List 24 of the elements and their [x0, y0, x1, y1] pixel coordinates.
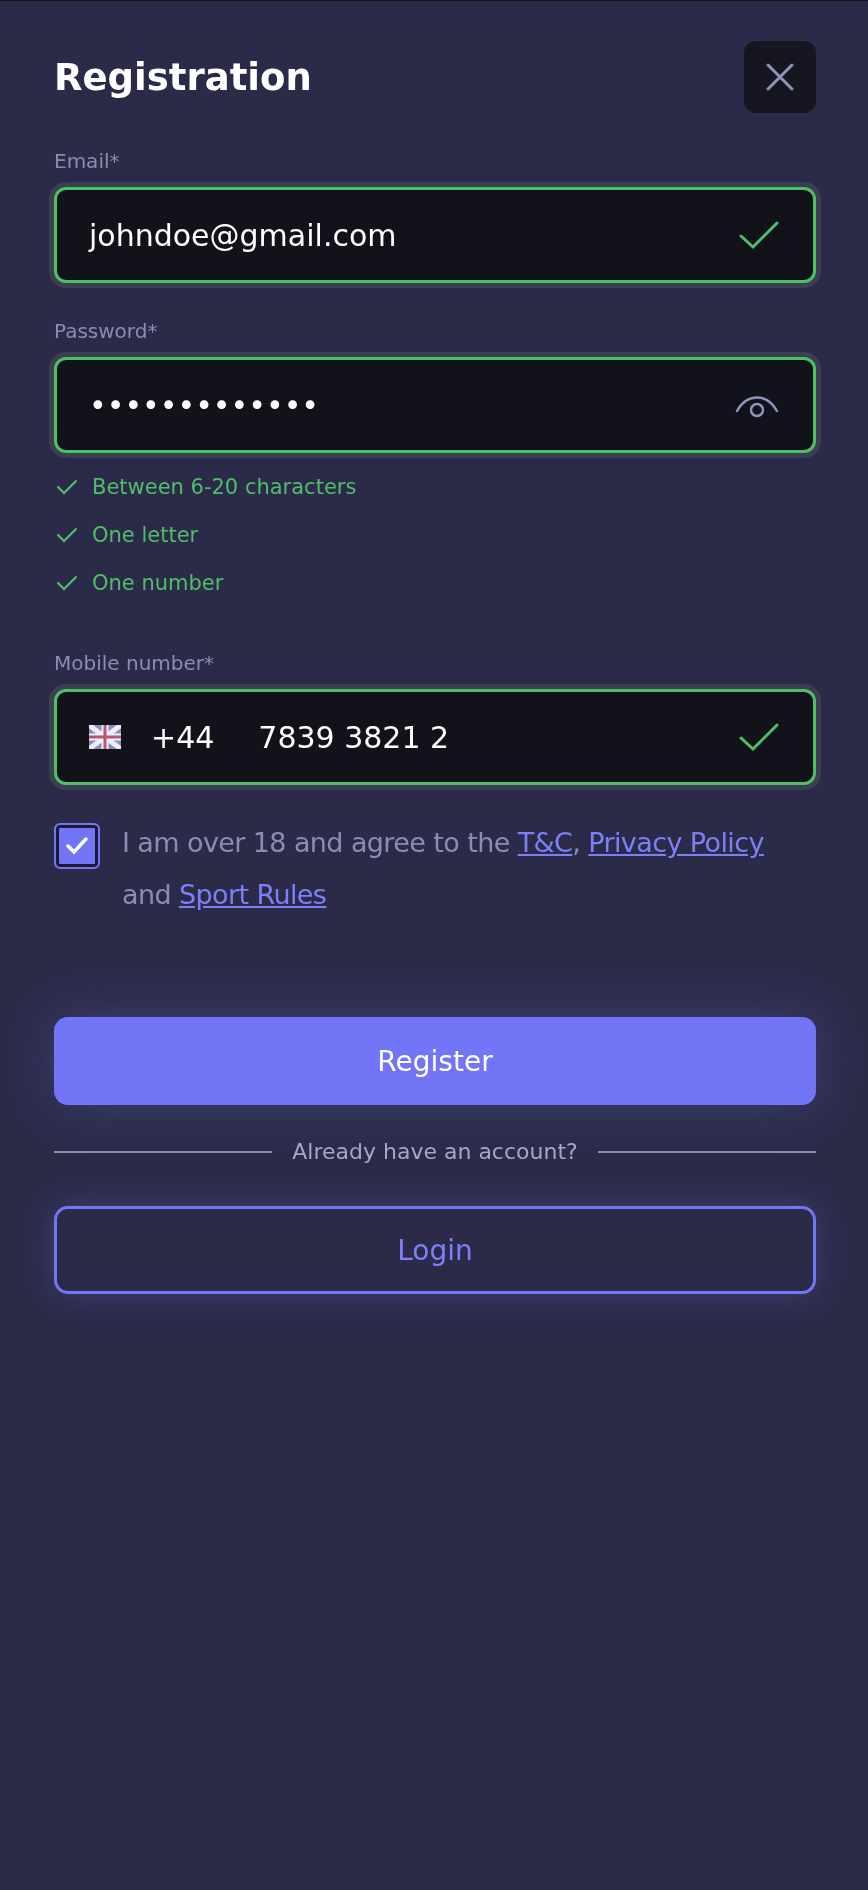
field-label: Email*: [54, 149, 121, 173]
login-button[interactable]: Login: [54, 1206, 816, 1294]
field-value: johndoe@gmail.com: [89, 217, 398, 253]
field-label: Password*: [54, 319, 159, 343]
terms-link[interactable]: Sport Rules: [179, 879, 327, 910]
register-button[interactable]: Register: [54, 1017, 816, 1105]
close-button[interactable]: [744, 41, 816, 113]
password-value: •••••••••••••: [89, 387, 321, 423]
registration-title: Registration: [54, 55, 312, 99]
check-icon: [739, 722, 779, 752]
consent-text: I am over 18 and agree to the T&C, Privacy Policy and Sport Rules: [122, 826, 765, 912]
field-label: Mobile number*: [54, 651, 216, 675]
country-code[interactable]: +44: [151, 719, 215, 755]
check-icon: [739, 220, 779, 250]
field-value: 7839 3821 2: [258, 719, 451, 755]
requirement-text: One number: [92, 571, 224, 595]
divider-text: Already have an account?: [292, 1139, 578, 1164]
terms-link[interactable]: T&C: [517, 827, 573, 858]
requirement-text: Between 6-20 characters: [92, 475, 357, 499]
checkbox[interactable]: [54, 823, 100, 869]
terms-link[interactable]: Privacy Policy: [588, 827, 764, 858]
requirement-text: One letter: [92, 523, 199, 547]
close-icon: [765, 62, 795, 92]
flag-icon: [89, 725, 121, 749]
